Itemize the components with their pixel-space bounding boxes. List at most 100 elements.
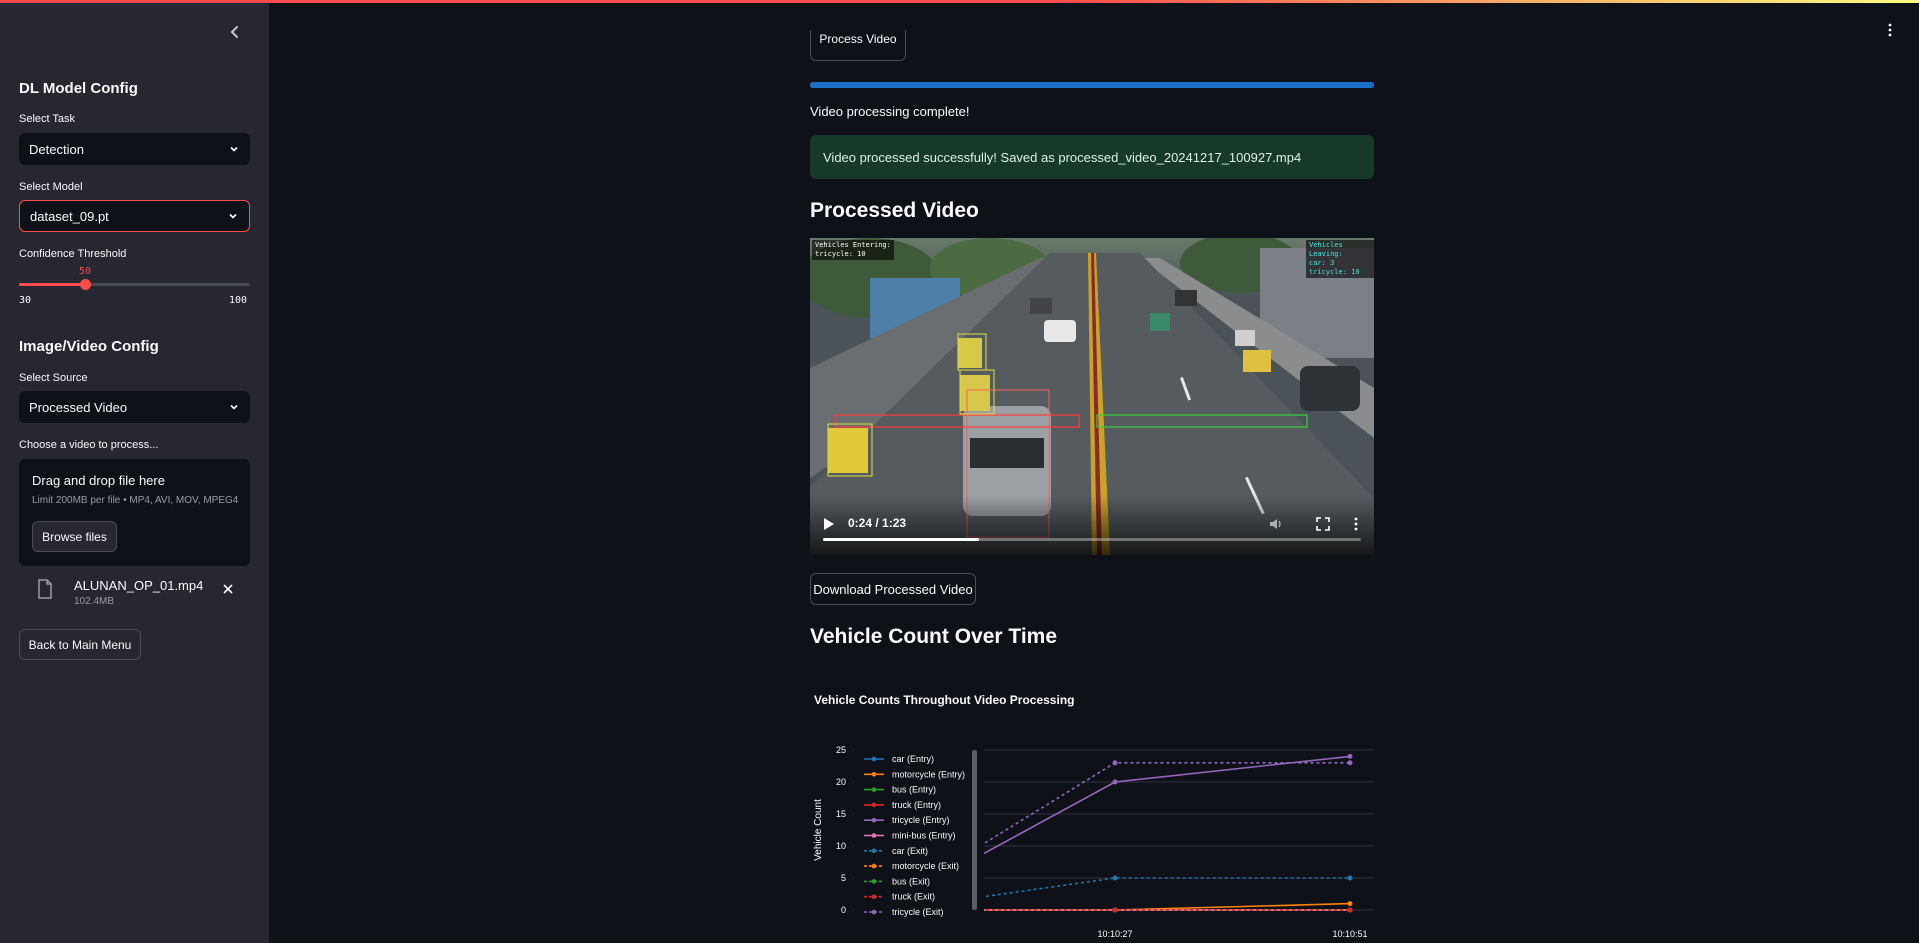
leaving-line-tricycle: tricycle: 10 [1309,268,1360,276]
source-select-value: Processed Video [29,399,128,415]
close-icon[interactable] [221,582,235,596]
file-dropzone[interactable]: Drag and drop file here Limit 200MB per … [19,459,250,566]
confidence-min: 30 [19,295,32,306]
legend-entry: tricycle (Exit) [892,907,944,917]
confidence-max: 100 [229,295,248,306]
legend-entry: truck (Entry) [892,800,941,810]
progress-bar-fill [810,82,1374,88]
play-icon[interactable] [823,517,835,531]
file-name: ALUNAN_OP_01.mp4 [74,578,204,593]
confidence-label: Confidence Threshold [19,248,127,260]
video-seek-bar[interactable] [823,538,1361,541]
video-time: 0:24 / 1:23 [848,516,907,530]
confidence-value: 50 [79,266,92,277]
data-point [1112,907,1118,913]
data-point [1347,760,1353,766]
series-line [979,755,1351,857]
y-tick-label: 0 [841,905,846,915]
legend-entry: mini-bus (Entry) [892,831,956,841]
chevron-down-icon [230,146,238,152]
x-tick-label: 10:10:51 [1332,929,1367,939]
confidence-slider-fill [19,283,85,286]
chevron-down-icon [229,213,237,219]
legend-marker [871,894,877,899]
uploaded-file: ALUNAN_OP_01.mp4 102.4MB [19,575,250,611]
main-menu-icon[interactable] [1884,22,1896,38]
processed-video-heading: Processed Video [810,199,979,222]
leaving-overlay: Vehicles Leaving: car: 3 tricycle: 10 [1306,240,1374,278]
series-line [980,902,1351,911]
legend-marker [871,802,877,808]
legend-marker [871,756,877,762]
video-controls: 0:24 / 1:23 [810,495,1374,555]
vehicle-count-chart: 0510152025Vehicle Count10:09:2710:10:271… [813,743,1374,943]
model-select-value: dataset_09.pt [30,208,109,224]
browse-files-button[interactable]: Browse files [32,521,117,552]
collapse-sidebar-icon[interactable] [226,22,244,42]
upload-label: Choose a video to process... [19,439,159,451]
progress-bar [810,82,1374,88]
data-point [1347,753,1353,759]
task-select[interactable]: Detection [19,133,250,165]
status-text: Video processing complete! [810,104,970,119]
legend-marker [871,909,877,915]
legend-entry: bus (Exit) [892,876,930,886]
fullscreen-icon[interactable] [1315,516,1331,532]
legend-entry: car (Entry) [892,754,934,764]
process-video-button[interactable]: Process Video [810,30,906,61]
task-select-label: Select Task [19,113,76,125]
download-video-button[interactable]: Download Processed Video [810,573,976,605]
y-tick-label: 15 [836,809,846,819]
legend-marker [871,817,877,823]
top-decoration-bar [0,0,1919,3]
file-size: 102.4MB [74,596,115,607]
entering-title: Vehicles Entering: [815,241,891,249]
model-select[interactable]: dataset_09.pt [19,200,250,232]
series-line [979,761,1350,847]
legend-entry: truck (Exit) [892,892,935,902]
legend-entry: motorcycle (Entry) [892,769,965,779]
legend-marker [871,772,877,777]
data-point [1112,875,1118,881]
success-alert: Video processed successfully! Saved as p… [810,135,1374,179]
model-config-heading: DL Model Config [19,80,138,97]
task-select-value: Detection [29,141,84,157]
video-options-icon[interactable] [1348,516,1364,532]
process-video-button-clip: Process Video [810,30,906,62]
legend-marker [871,848,877,854]
series-line [979,877,1350,898]
confidence-slider[interactable] [19,279,250,290]
legend-entry: car (Exit) [892,846,928,856]
y-tick-label: 10 [836,841,846,851]
y-tick-label: 20 [836,777,846,787]
io-config-heading: Image/Video Config [19,338,159,355]
dropzone-title: Drag and drop file here [32,473,165,488]
entering-overlay: Vehicles Entering: tricycle: 10 [812,240,894,260]
data-point [1112,760,1118,766]
video-player[interactable]: Vehicles Entering: tricycle: 10 Vehicles… [810,238,1374,555]
source-select-label: Select Source [19,372,88,384]
x-tick-label: 10:10:27 [1097,929,1132,939]
legend-marker [871,787,877,792]
data-point [1347,907,1353,913]
video-seek-fill [823,538,980,541]
model-select-label: Select Model [19,181,83,193]
legend-marker [871,863,877,869]
y-tick-label: 5 [841,873,846,883]
back-to-main-menu-button[interactable]: Back to Main Menu [19,629,141,660]
y-tick-label: 25 [836,745,846,755]
legend-entry: bus (Entry) [892,785,936,795]
chart-heading: Vehicle Count Over Time [810,625,1058,648]
legend-scrollbar [972,750,977,910]
legend-marker [871,833,877,838]
confidence-slider-thumb[interactable] [80,279,91,290]
leaving-line-car: car: 3 [1309,259,1335,267]
entering-line: tricycle: 10 [815,250,866,258]
dropzone-limit: Limit 200MB per file • MP4, AVI, MOV, MP… [32,495,239,506]
volume-icon[interactable] [1268,516,1284,532]
data-point [1112,779,1118,785]
leaving-title: Vehicles Leaving: [1309,241,1343,258]
file-icon [38,579,52,599]
data-point [1347,901,1353,907]
source-select[interactable]: Processed Video [19,391,250,423]
